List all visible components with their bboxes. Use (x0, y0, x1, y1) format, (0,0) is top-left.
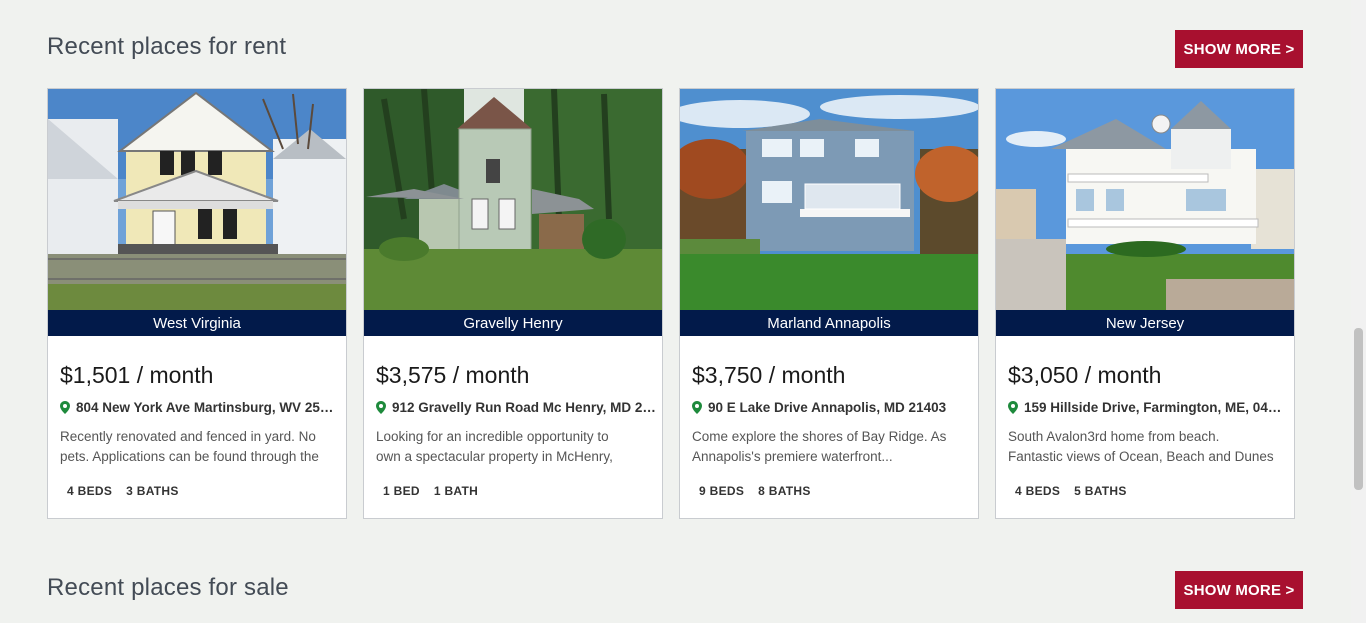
page-scrollbar[interactable] (1351, 0, 1366, 623)
listing-beds: 4 BEDS (67, 484, 113, 498)
map-pin-icon (60, 401, 70, 414)
sale-section-title: Recent places for sale (47, 574, 289, 601)
scrollbar-thumb[interactable] (1354, 328, 1363, 490)
listing-stats: 9 BEDS 8 BATHS (699, 484, 811, 498)
listing-description-line: Fantastic views of Ocean, Beach and Dune… (1008, 449, 1274, 464)
map-pin-icon (1008, 401, 1018, 414)
listing-stats: 4 BEDS 5 BATHS (1015, 484, 1127, 498)
listing-address-text: 804 New York Ave Martinsburg, WV 25401 (76, 400, 340, 415)
listing-price: $1,501 / month (60, 362, 214, 388)
sale-show-more-button[interactable]: SHOW MORE > (1175, 571, 1303, 609)
listing-price: $3,750 / month (692, 362, 846, 388)
listing-description-line: Recently renovated and fenced in yard. N… (60, 429, 316, 444)
listing-description-line: own a spectacular property in McHenry, (376, 449, 613, 464)
listing-photo[interactable] (48, 89, 346, 310)
listing-address-text: 912 Gravelly Run Road Mc Henry, MD 21541 (392, 400, 656, 415)
rent-section-title: Recent places for rent (47, 33, 287, 60)
listing-beds: 9 BEDS (699, 484, 745, 498)
listing-location: New Jersey (996, 310, 1294, 336)
listing-address-text: 159 Hillside Drive, Farmington, ME, 0493… (1024, 400, 1288, 415)
listing-card[interactable]: West Virginia $1,501 / month 804 New Yor… (47, 88, 347, 519)
listing-location: Marland Annapolis (680, 310, 978, 336)
listing-price: $3,050 / month (1008, 362, 1162, 388)
listing-address: 912 Gravelly Run Road Mc Henry, MD 21541 (376, 400, 656, 415)
listing-location: West Virginia (48, 310, 346, 336)
listing-description: Looking for an incredible opportunity to… (376, 427, 654, 467)
listing-card[interactable]: New Jersey $3,050 / month 159 Hillside D… (995, 88, 1295, 519)
listing-description-line: South Avalon3rd home from beach. (1008, 429, 1220, 444)
listing-location: Gravelly Henry (364, 310, 662, 336)
map-pin-icon (376, 401, 386, 414)
rent-show-more-button[interactable]: SHOW MORE > (1175, 30, 1303, 68)
map-pin-icon (692, 401, 702, 414)
listing-card[interactable]: Gravelly Henry $3,575 / month 912 Gravel… (363, 88, 663, 519)
listing-photo[interactable] (996, 89, 1294, 310)
listing-price: $3,575 / month (376, 362, 530, 388)
listing-description: South Avalon3rd home from beach. Fantast… (1008, 427, 1286, 467)
listing-address: 159 Hillside Drive, Farmington, ME, 0493… (1008, 400, 1288, 415)
listing-description-line: Annapolis's premiere waterfront... (692, 449, 893, 464)
listing-baths: 5 BATHS (1074, 484, 1127, 498)
listing-card[interactable]: Marland Annapolis $3,750 / month 90 E La… (679, 88, 979, 519)
listing-baths: 3 BATHS (126, 484, 179, 498)
listing-description-line: Looking for an incredible opportunity to (376, 429, 609, 444)
listing-baths: 8 BATHS (758, 484, 811, 498)
listing-photo[interactable] (680, 89, 978, 310)
listing-stats: 1 BED 1 BATH (383, 484, 478, 498)
listing-address: 90 E Lake Drive Annapolis, MD 21403 (692, 400, 972, 415)
listing-photo[interactable] (364, 89, 662, 310)
listing-beds: 1 BED (383, 484, 420, 498)
listing-description: Recently renovated and fenced in yard. N… (60, 427, 338, 467)
listing-baths: 1 BATH (433, 484, 479, 498)
listing-stats: 4 BEDS 3 BATHS (67, 484, 179, 498)
listing-address-text: 90 E Lake Drive Annapolis, MD 21403 (708, 400, 947, 415)
listing-description-line: pets. Applications can be found through … (60, 449, 319, 464)
listing-beds: 4 BEDS (1015, 484, 1061, 498)
listing-description: Come explore the shores of Bay Ridge. As… (692, 427, 970, 467)
listing-description-line: Come explore the shores of Bay Ridge. As (692, 429, 947, 444)
listing-address: 804 New York Ave Martinsburg, WV 25401 (60, 400, 340, 415)
